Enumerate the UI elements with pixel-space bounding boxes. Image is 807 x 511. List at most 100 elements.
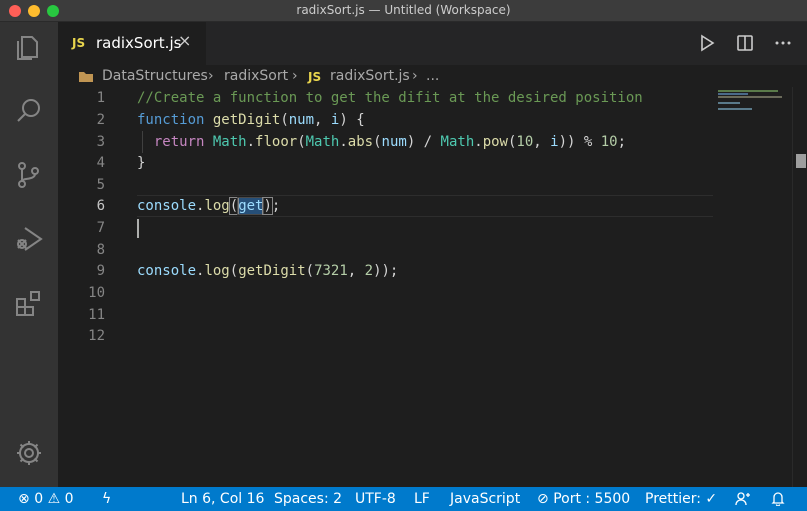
minimap-line [718,93,748,95]
method-pow: pow [482,134,508,150]
punct: ) { [339,112,365,128]
source-control-icon[interactable] [13,159,45,191]
code-line-2: function getDigit(num, i) { [137,112,365,128]
close-tab-icon[interactable]: × [178,31,191,50]
explorer-icon[interactable] [13,31,45,63]
code-comment: //Create a function to get the difit at … [137,90,643,106]
javascript-file-icon: JS [72,36,86,50]
punct: . [474,134,483,150]
var-i: i [550,134,559,150]
code-editor[interactable]: 1 2 3 4 5 6 7 8 9 10 11 12 //Create a fu… [58,87,807,487]
punct: ( [280,112,289,128]
breadcrumb-subfolder[interactable]: radixSort [224,68,288,84]
vertical-scrollbar[interactable] [792,87,807,487]
folder-icon [78,70,94,87]
indentation[interactable]: Spaces: 2 [274,491,342,507]
chevron-right-icon: › [208,68,214,84]
breadcrumb-ellipsis[interactable]: ... [426,68,439,84]
line-number: 9 [96,263,105,279]
method-log: log [204,198,230,214]
bracket-match: ) [262,197,273,215]
code-line-1: //Create a function to get the difit at … [137,90,643,106]
punct: )); [373,263,399,279]
cursor-position[interactable]: Ln 6, Col 16 [181,491,264,507]
line-number: 2 [96,112,105,128]
live-server-port[interactable]: ⊘ Port : 5500 [537,491,630,507]
line-number: 1 [96,90,105,106]
punct: ( [373,134,382,150]
line-number: 7 [96,220,105,236]
param-num: num [288,112,315,128]
encoding[interactable]: UTF-8 [355,491,396,507]
punct: , [347,263,365,279]
prettier-status[interactable]: Prettier: ✓ [645,491,717,507]
keyword-function: function [137,112,205,128]
more-actions-icon[interactable] [773,33,793,53]
minimap-line [718,102,740,104]
console-object: console [137,263,197,279]
punct: ; [271,198,281,214]
minimap-line [718,90,778,92]
code-line-9: console.log(getDigit(7321, 2)); [137,263,398,279]
line-number: 4 [96,155,105,171]
minimap-line [718,108,752,110]
circle-slash-icon: ⊘ [537,491,549,507]
punct: ( [297,134,306,150]
method-floor: floor [255,134,298,150]
punct: )) % [558,134,601,150]
minimap[interactable] [718,87,788,127]
tab-radixsort[interactable]: JS radixSort.js × [58,22,206,65]
line-number: 10 [88,285,105,301]
number: 2 [364,263,374,279]
breadcrumb: DataStructures › radixSort › JS radixSor… [58,65,807,87]
language-mode[interactable]: JavaScript [450,491,520,507]
minimap-line [718,96,782,98]
punct: . [339,134,348,150]
punct: . [246,134,256,150]
line-number-active: 6 [96,198,105,214]
lightning-icon[interactable]: ϟ [102,491,111,507]
end-of-line[interactable]: LF [414,491,430,507]
search-icon[interactable] [13,95,45,127]
line-number: 5 [96,177,105,193]
bracket-match: ( [228,197,240,215]
window-title: radixSort.js — Untitled (Workspace) [296,3,511,17]
warning-count: 0 [64,491,74,507]
math-object: Math [440,134,475,150]
extensions-icon[interactable] [13,287,45,319]
editor-actions [687,22,807,65]
status-bar: ⊗ 0 ⚠ 0 ϟ Ln 6, Col 16 Spaces: 2 UTF-8 L… [0,487,807,511]
keyword-return: return [153,134,205,150]
breadcrumb-folder[interactable]: DataStructures [102,68,208,84]
title-bar: radixSort.js — Untitled (Workspace) [0,0,807,22]
problems-indicator[interactable]: ⊗ 0 ⚠ 0 [18,491,74,507]
chevron-right-icon: › [292,68,298,84]
tab-label: radixSort.js [96,34,182,52]
run-icon[interactable] [697,33,717,53]
line-number: 11 [88,307,105,323]
function-name: getDigit [212,112,281,128]
number: 10 [516,134,534,150]
text-cursor [137,219,139,238]
punct: ; [617,134,627,150]
line-number: 3 [96,134,105,150]
var-num: num [381,134,407,150]
tab-bar: JS radixSort.js × [58,22,807,65]
notifications-bell-icon[interactable] [771,491,785,510]
run-debug-icon[interactable] [13,223,45,255]
breadcrumb-file[interactable]: radixSort.js [330,68,410,84]
math-object: Math [305,134,340,150]
feedback-icon[interactable] [735,491,751,510]
method-abs: abs [347,134,374,150]
code-line-6: console.log(get); [137,197,281,215]
split-editor-icon[interactable] [735,33,755,53]
port-label: Port : 5500 [553,491,631,507]
line-number: 12 [88,328,105,344]
punct: ) / [406,134,441,150]
javascript-file-icon: JS [308,70,322,84]
selected-text: get [237,197,265,215]
punct: , [314,112,331,128]
math-object: Math [212,134,247,150]
settings-gear-icon[interactable] [13,437,45,469]
number: 7321 [314,263,348,279]
